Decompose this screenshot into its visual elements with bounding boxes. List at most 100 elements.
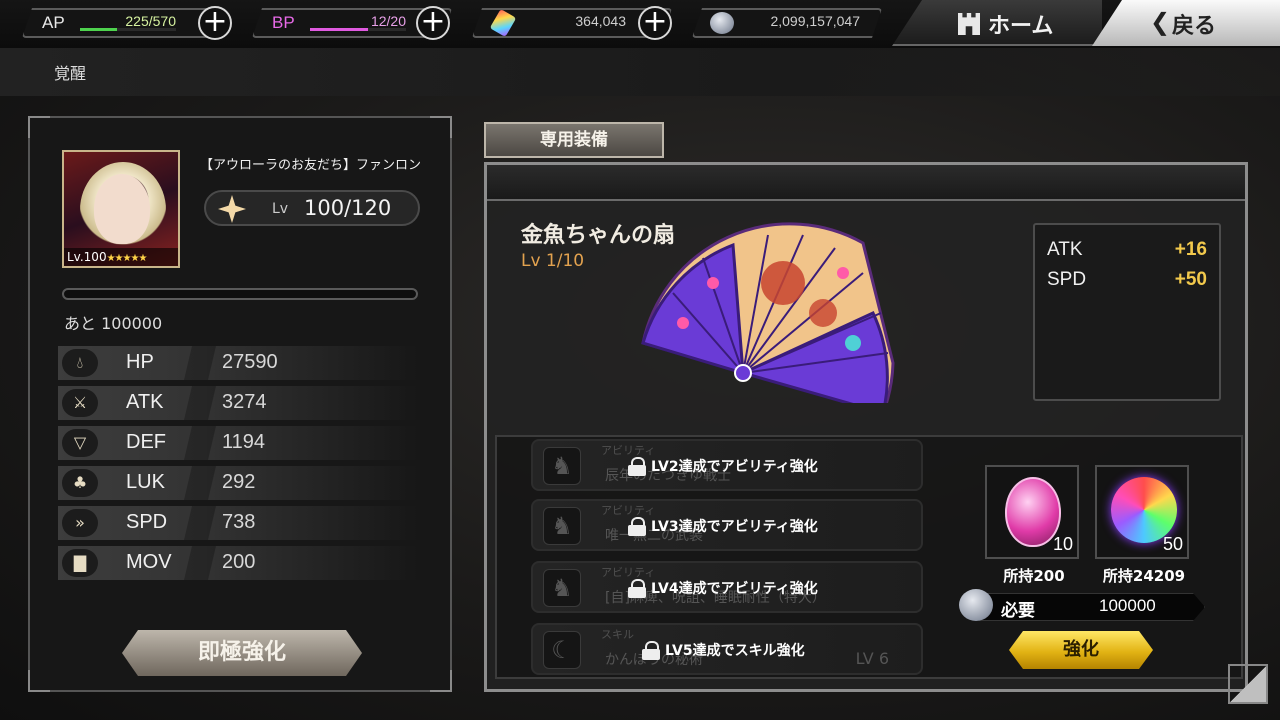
lock-text: LV5達成でスキル強化 (665, 643, 805, 659)
stat-row-hp: 💧︎ HP 27590 (58, 346, 418, 380)
lock-text: LV3達成でアビリティ強化 (651, 519, 818, 535)
ability-lock: LV2達成でアビリティ強化 (627, 456, 818, 476)
bp-add-button[interactable]: + (416, 6, 450, 40)
page-title: 覚醒 (54, 64, 87, 83)
stat-name: SPD (126, 511, 168, 533)
corner-menu-button[interactable] (1228, 664, 1268, 704)
bp-value: 12/20 (370, 13, 406, 29)
stat-separator (184, 426, 216, 460)
cost-label: 必要 (1001, 601, 1035, 621)
speed-icon: » (62, 509, 98, 537)
cost-row: 必要 100000 (959, 589, 1207, 621)
portrait-stars: ★★★★★ (106, 253, 148, 264)
ap-meter: AP 225/570 (22, 8, 222, 38)
bonus-value: +50 (1174, 269, 1207, 290)
back-label: 戻る (1172, 14, 1217, 39)
material-count: 50 (1162, 534, 1183, 554)
portrait-level-tag: Lv.100★★★★★ (64, 248, 178, 266)
awaken-star-icon (218, 195, 246, 223)
crescent-icon: ☾ (543, 631, 581, 669)
material-slot[interactable]: 50 所持24209 (1095, 465, 1189, 585)
stat-value: 27590 (222, 351, 278, 373)
helmet-icon: ♞ (543, 507, 581, 545)
portrait-face (94, 174, 150, 244)
ap-value: 225/570 (125, 13, 176, 29)
bonus-value: +16 (1174, 239, 1207, 260)
coin-value: 2,099,157,047 (770, 13, 860, 29)
skill-lock: LV5達成でスキル強化 (641, 640, 805, 660)
helmet-icon: ♞ (543, 447, 581, 485)
stat-value: 3274 (222, 391, 267, 413)
castle-icon (958, 13, 980, 35)
stat-value: 292 (222, 471, 256, 493)
panel-header (487, 165, 1245, 201)
equipment-panel: 金魚ちゃんの扇 Lv 1/10 ATK +16 SPD +50 ♞ アビリティ … (484, 162, 1248, 692)
ability-slot[interactable]: ♞ アビリティ 辰年のたつきゆ戦士 LV2達成でアビリティ強化 (531, 439, 923, 491)
material-owned: 所持200 (1003, 567, 1065, 585)
stat-value: 200 (222, 551, 256, 573)
stat-name: DEF (126, 431, 166, 453)
material-count: 10 (1052, 534, 1073, 554)
exp-bar (62, 288, 418, 300)
back-button[interactable]: ❮ 戻る (1092, 0, 1280, 46)
lock-text: LV4達成でアビリティ強化 (651, 581, 818, 597)
fan-graphic (641, 222, 895, 415)
shield-icon: ▽ (62, 429, 98, 457)
character-portrait[interactable]: Lv.100★★★★★ (62, 150, 180, 268)
frame-corner (430, 670, 452, 692)
character-name: 【アウローラのお友だち】ファンロン (200, 158, 422, 173)
bp-bar (310, 28, 406, 31)
stat-row-spd: » SPD 738 (58, 506, 418, 540)
home-label: ホーム (988, 14, 1054, 39)
character-panel: Lv.100★★★★★ 【アウローラのお友だち】ファンロン Lv 100/120… (28, 116, 452, 692)
gem-add-button[interactable]: + (638, 6, 672, 40)
folding-fan-icon (633, 213, 897, 415)
ability-slot[interactable]: ♞ アビリティ [自]麻痺、呪詛、睡眠耐性（特大） LV4達成でアビリティ強化 (531, 561, 923, 613)
skill-category: スキル (601, 628, 634, 641)
ability-lock: LV4達成でアビリティ強化 (627, 578, 818, 598)
silver-coin-icon (710, 12, 734, 34)
home-button[interactable]: ホーム (892, 0, 1102, 46)
top-bar: AP 225/570 + BP 12/20 + 364,043 + 2,099,… (0, 0, 1280, 48)
tab-exclusive-equipment[interactable]: 専用装備 (484, 122, 664, 158)
frame-corner (28, 670, 50, 692)
stat-value: 1194 (222, 431, 266, 453)
sword-icon: ⚔ (62, 389, 98, 417)
stat-name: LUK (126, 471, 165, 493)
equipment-level: Lv 1/10 (521, 251, 585, 271)
stat-row-atk: ⚔ ATK 3274 (58, 386, 418, 420)
portrait-level: Lv.100 (67, 250, 107, 264)
max-enhance-button[interactable]: 即極強化 (122, 630, 362, 676)
ap-bar (80, 28, 176, 31)
equipment-bonus-box: ATK +16 SPD +50 (1033, 223, 1221, 401)
gem-value: 364,043 (575, 13, 626, 29)
stat-name: MOV (126, 551, 172, 573)
stat-separator (184, 466, 216, 500)
boot-icon: ▇ (62, 549, 98, 577)
silver-coin-icon (959, 589, 993, 621)
stat-separator (184, 546, 216, 580)
stat-separator (184, 506, 216, 540)
ability-slot[interactable]: ♞ アビリティ 唯一無二の武装 LV3達成でアビリティ強化 (531, 499, 923, 551)
material-slot[interactable]: 10 所持200 (985, 465, 1079, 585)
stat-separator (184, 386, 216, 420)
skill-slot[interactable]: ☾ スキル かんぽうの秘術 LV5達成でスキル強化 LV 6 (531, 623, 923, 675)
ability-lock: LV3達成でアビリティ強化 (627, 516, 818, 536)
lock-icon (627, 457, 647, 476)
skill-level: LV 6 (855, 649, 889, 668)
lock-icon (641, 641, 661, 660)
stat-value: 738 (222, 511, 256, 533)
cost-value: 100000 (1099, 596, 1156, 615)
ap-add-button[interactable]: + (198, 6, 232, 40)
stat-separator (184, 346, 216, 380)
frame-corner (28, 116, 50, 138)
helmet-icon: ♞ (543, 569, 581, 607)
stat-name: ATK (126, 391, 164, 413)
coin-counter: 2,099,157,047 (692, 8, 882, 38)
bonus-stat: ATK (1047, 239, 1083, 260)
stat-row-def: ▽ DEF 1194 (58, 426, 418, 460)
exp-remaining: あと 100000 (64, 314, 163, 333)
bonus-stat: SPD (1047, 269, 1087, 290)
page-header: 覚醒 (0, 48, 1280, 96)
enhance-button[interactable]: 強化 (1009, 631, 1153, 669)
